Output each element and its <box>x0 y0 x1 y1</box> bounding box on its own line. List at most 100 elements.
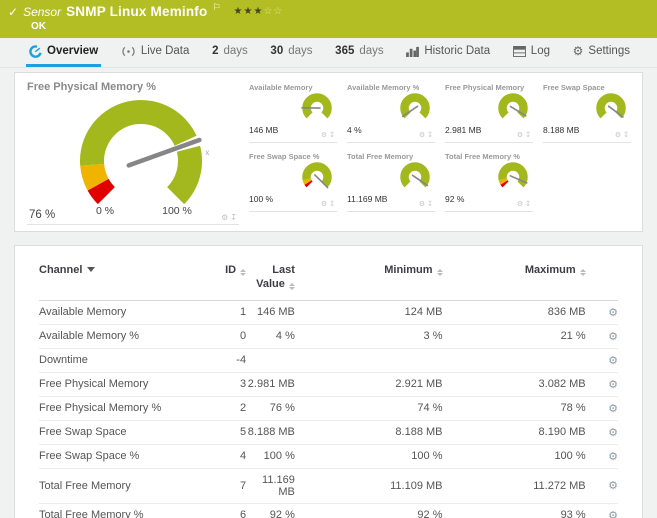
cell-maximum: 3.082 MB <box>442 372 586 397</box>
cell-id: 1 <box>200 300 247 325</box>
status-badge: OK <box>31 21 46 32</box>
cell-minimum: 3 % <box>294 324 443 349</box>
cell-maximum: 836 MB <box>442 300 586 325</box>
cell-channel: Total Free Memory <box>39 468 201 504</box>
mini-gauge <box>397 159 433 198</box>
gauges-card: Free Physical Memory % 0 % 100 % x 76 % ⚙ ↧… <box>14 72 643 232</box>
cell-id: 5 <box>200 420 247 445</box>
tab-label: Historic Data <box>424 45 491 57</box>
tab-number: 365 <box>335 45 355 57</box>
cell-last-value: 92 % <box>246 503 295 518</box>
gear-icon: ⚙ <box>572 44 584 58</box>
pin-icon[interactable]: ↧ <box>329 200 335 208</box>
star-rating[interactable]: ★★★☆☆ <box>234 6 284 17</box>
tab-settings[interactable]: ⚙ Settings <box>570 38 633 67</box>
gear-icon[interactable]: ⚙ <box>517 131 523 139</box>
gear-icon[interactable]: ⚙ <box>419 200 425 208</box>
mini-gauge <box>397 90 433 129</box>
column-header-minimum[interactable]: Minimum <box>294 258 443 301</box>
mini-gauge <box>495 159 531 198</box>
mini-panel-actions: ⚙ ↧ <box>517 131 531 139</box>
tab-live-data[interactable]: Live Data <box>118 38 193 67</box>
tab-30-days[interactable]: 30 days <box>267 38 315 67</box>
channel-settings-icon[interactable]: ⚙ <box>585 468 618 504</box>
table-row: Available Memory 1 146 MB 124 MB 836 MB ⚙ <box>39 300 618 325</box>
channel-settings-icon[interactable]: ⚙ <box>585 503 618 518</box>
cell-maximum: 78 % <box>442 396 586 421</box>
svg-text:0 %: 0 % <box>96 205 114 217</box>
pin-icon[interactable]: ↧ <box>427 131 433 139</box>
tab-label: days <box>288 45 313 57</box>
cell-minimum: 100 % <box>294 444 443 469</box>
flag-icon[interactable]: ⚐ <box>212 2 220 13</box>
channel-settings-icon[interactable]: ⚙ <box>585 300 618 325</box>
gear-icon[interactable]: ⚙ <box>221 213 228 222</box>
mini-gauge-panel: Available Memory % 4 % ⚙ ↧ <box>347 81 435 143</box>
cell-channel: Available Memory % <box>39 324 201 349</box>
cell-channel: Free Physical Memory <box>39 372 201 397</box>
pin-icon[interactable]: ↧ <box>525 131 531 139</box>
gear-icon[interactable]: ⚙ <box>321 200 327 208</box>
table-row: Available Memory % 0 4 % 3 % 21 % ⚙ <box>39 324 618 349</box>
check-icon: ✓ <box>8 4 19 19</box>
tab-overview[interactable]: Overview <box>26 38 102 67</box>
mini-gauge-panel: Free Swap Space % 100 % ⚙ ↧ <box>249 150 337 212</box>
cell-minimum: 11.109 MB <box>294 468 443 504</box>
channel-settings-icon[interactable]: ⚙ <box>585 420 618 445</box>
tab-label: days <box>359 45 384 57</box>
tab-historic-data[interactable]: Historic Data <box>403 38 493 67</box>
mini-gauge-grid: Available Memory 146 MB ⚙ ↧ Available Memory… <box>249 81 632 225</box>
pin-icon[interactable]: ↧ <box>623 131 629 139</box>
cell-id: 2 <box>200 396 247 421</box>
channel-settings-icon[interactable]: ⚙ <box>585 396 618 421</box>
cell-last-value: 100 % <box>246 444 295 469</box>
channel-settings-icon[interactable]: ⚙ <box>585 444 618 469</box>
main-gauge: 0 % 100 % x <box>33 87 243 224</box>
table-row: Free Physical Memory 3 2.981 MB 2.921 MB 3.0… <box>39 372 618 397</box>
cell-channel: Free Physical Memory % <box>39 396 201 421</box>
column-header-channel[interactable]: Channel <box>39 258 201 301</box>
cell-minimum: 2.921 MB <box>294 372 443 397</box>
channel-settings-icon[interactable]: ⚙ <box>585 372 618 397</box>
cell-minimum: 124 MB <box>294 300 443 325</box>
pin-icon[interactable]: ↧ <box>230 213 237 222</box>
mini-panel-actions: ⚙ ↧ <box>321 131 335 139</box>
sort-icon <box>436 269 443 276</box>
tab-label: days <box>223 45 248 57</box>
cell-maximum: 21 % <box>442 324 586 349</box>
tab-log[interactable]: Log <box>510 38 553 67</box>
mini-gauge-value: 4 % <box>347 125 362 135</box>
cell-maximum <box>442 348 586 373</box>
cell-id: -4 <box>200 348 247 373</box>
gear-icon[interactable]: ⚙ <box>321 131 327 139</box>
gauge-icon <box>29 44 42 58</box>
cell-channel: Downtime <box>39 348 201 373</box>
channel-settings-icon[interactable]: ⚙ <box>585 324 618 349</box>
cell-maximum: 100 % <box>442 444 586 469</box>
mini-panel-actions: ⚙ ↧ <box>321 200 335 208</box>
cell-last-value: 8.188 MB <box>246 420 295 445</box>
column-header-last-value[interactable]: Last Value <box>246 258 295 301</box>
cell-maximum: 93 % <box>442 503 586 518</box>
sort-icon <box>240 269 247 276</box>
cell-last-value: 146 MB <box>246 300 295 325</box>
log-icon <box>512 45 526 57</box>
gear-icon[interactable]: ⚙ <box>419 131 425 139</box>
column-header-id[interactable]: ID <box>200 258 247 301</box>
cell-last-value: 76 % <box>246 396 295 421</box>
pin-icon[interactable]: ↧ <box>427 200 433 208</box>
tab-365-days[interactable]: 365 days <box>332 38 386 67</box>
gear-icon[interactable]: ⚙ <box>615 131 621 139</box>
mini-gauge <box>299 159 335 198</box>
cell-id: 0 <box>200 324 247 349</box>
gear-icon[interactable]: ⚙ <box>517 200 523 208</box>
chart-icon <box>406 46 420 57</box>
cell-minimum: 92 % <box>294 503 443 518</box>
channel-settings-icon[interactable]: ⚙ <box>585 348 618 373</box>
tab-2-days[interactable]: 2 days <box>209 38 251 67</box>
mini-gauge-panel: Free Swap Space 8.188 MB ⚙ ↧ <box>543 81 631 143</box>
mini-gauge <box>593 90 629 129</box>
pin-icon[interactable]: ↧ <box>525 200 531 208</box>
pin-icon[interactable]: ↧ <box>329 131 335 139</box>
column-header-maximum[interactable]: Maximum <box>442 258 586 301</box>
